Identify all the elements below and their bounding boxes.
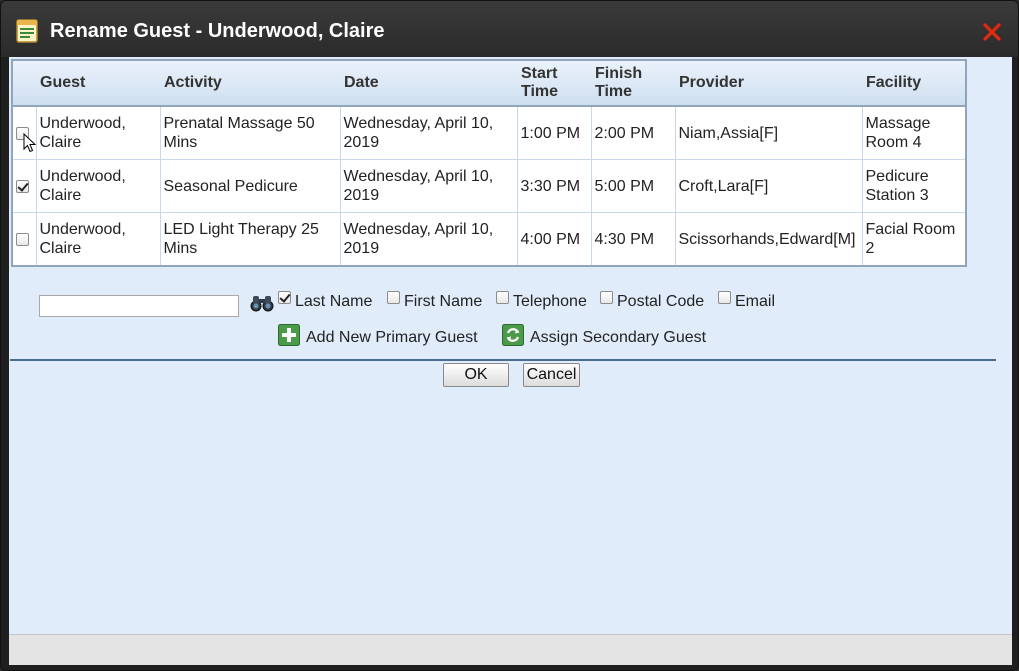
cell-facility: Pedicure Station 3 (861, 159, 967, 213)
telephone-label: Telephone (513, 293, 587, 310)
first-name-checkbox[interactable] (387, 291, 400, 305)
cell-facility: Massage Room 4 (861, 105, 967, 160)
telephone-checkbox[interactable] (496, 291, 509, 305)
email-checkbox[interactable] (718, 291, 731, 305)
dialog-title: Rename Guest - Underwood, Claire (50, 20, 385, 42)
row-checkbox[interactable] (16, 126, 29, 140)
add-new-primary-guest-label: Add New Primary Guest (306, 329, 478, 346)
option-last-name[interactable]: Last Name (278, 291, 373, 311)
assign-secondary-guest-label: Assign Secondary Guest (530, 329, 707, 346)
cell-provider: Scissorhands,Edward[M] (674, 212, 863, 267)
cell-provider: Croft,Lara[F] (674, 159, 863, 213)
section-divider (10, 359, 996, 361)
postal-code-label: Postal Code (617, 293, 705, 310)
cell-start-time: 1:00 PM (516, 105, 592, 160)
last-name-label: Last Name (295, 293, 373, 310)
option-telephone[interactable]: Telephone (496, 291, 587, 311)
last-name-checkbox[interactable] (278, 291, 291, 305)
assign-secondary-guest-button[interactable]: Assign Secondary Guest (502, 324, 722, 350)
header-date: Date (340, 60, 517, 107)
table-row[interactable]: Underwood, Claire LED Light Therapy 25 M… (11, 212, 967, 267)
header-activity: Activity (160, 60, 340, 107)
cell-activity: LED Light Therapy 25 Mins (159, 212, 341, 267)
option-postal-code[interactable]: Postal Code (600, 291, 705, 311)
cell-facility: Facial Room 2 (861, 212, 967, 267)
cell-start-time: 4:00 PM (516, 212, 592, 267)
header-start-time: Start Time (517, 60, 591, 107)
header-finish-time: Finish Time (591, 60, 675, 107)
cell-activity: Prenatal Massage 50 Mins (159, 105, 341, 160)
cell-guest: Underwood, Claire (35, 105, 161, 160)
binoculars-search-icon[interactable] (250, 293, 274, 313)
row-checkbox[interactable] (16, 179, 29, 193)
cell-guest: Underwood, Claire (35, 212, 161, 267)
option-email[interactable]: Email (718, 291, 776, 311)
rename-guest-dialog: Rename Guest - Underwood, Claire Guest A… (0, 0, 1019, 671)
cell-guest: Underwood, Claire (35, 159, 161, 213)
status-bar (9, 634, 1012, 665)
option-first-name[interactable]: First Name (387, 291, 483, 311)
ok-button[interactable]: OK (443, 363, 509, 387)
cell-finish-time: 5:00 PM (590, 159, 676, 213)
document-list-icon (16, 19, 38, 43)
table-header-row: Guest Activity Date Start Time Finish Ti… (12, 60, 966, 107)
postal-code-checkbox[interactable] (600, 291, 613, 305)
header-provider: Provider (675, 60, 862, 107)
cell-start-time: 3:30 PM (516, 159, 592, 213)
guest-search-input[interactable] (39, 295, 239, 317)
cell-finish-time: 4:30 PM (590, 212, 676, 267)
cell-activity: Seasonal Pedicure (159, 159, 341, 213)
first-name-label: First Name (404, 293, 483, 310)
refresh-arrows-icon (502, 324, 524, 346)
email-label: Email (735, 293, 776, 310)
cell-date: Wednesday, April 10, 2019 (339, 212, 518, 267)
add-new-primary-guest-button[interactable]: Add New Primary Guest (278, 324, 498, 350)
close-icon[interactable] (981, 21, 1003, 43)
cancel-button[interactable]: Cancel (523, 363, 580, 387)
title-bar[interactable]: Rename Guest - Underwood, Claire (1, 1, 1018, 57)
table-row[interactable]: Underwood, Claire Seasonal Pedicure Wedn… (11, 159, 967, 213)
add-plus-icon (278, 324, 300, 346)
row-checkbox[interactable] (16, 232, 29, 246)
cell-date: Wednesday, April 10, 2019 (339, 105, 518, 160)
table-row[interactable]: Underwood, Claire Prenatal Massage 50 Mi… (11, 105, 967, 160)
cell-provider: Niam,Assia[F] (674, 105, 863, 160)
appointments-table: Guest Activity Date Start Time Finish Ti… (11, 59, 967, 267)
header-guest: Guest (36, 60, 160, 107)
cell-date: Wednesday, April 10, 2019 (339, 159, 518, 213)
header-select (12, 60, 36, 107)
header-facility: Facility (862, 60, 966, 107)
cell-finish-time: 2:00 PM (590, 105, 676, 160)
dialog-body: Guest Activity Date Start Time Finish Ti… (9, 57, 1012, 634)
